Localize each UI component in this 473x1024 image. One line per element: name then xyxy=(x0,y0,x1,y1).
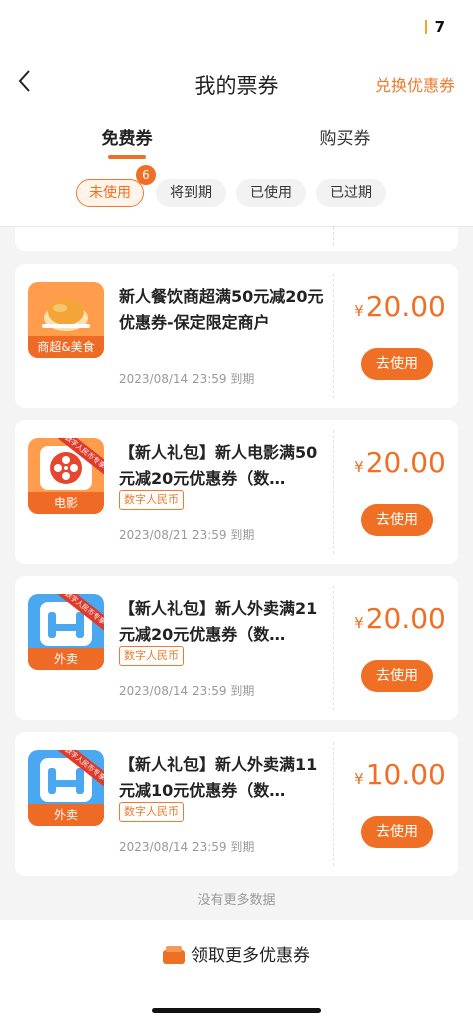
coupon-tag: 数字人民币 xyxy=(119,490,184,510)
get-more-coupons-button[interactable]: 领取更多优惠券 xyxy=(0,941,473,966)
currency-symbol: ¥ xyxy=(354,458,364,476)
status-bar-mark xyxy=(425,20,427,34)
coupon-category-icon: 数字人民币专享 外卖 xyxy=(28,750,104,826)
card-dashed-divider xyxy=(333,742,334,866)
roast-chicken-icon xyxy=(42,299,90,331)
coupon-amount: ¥20.00 xyxy=(345,290,455,323)
coupon-tag: 数字人民币 xyxy=(119,802,184,822)
home-indicator xyxy=(152,1008,321,1013)
amount-value: 20.00 xyxy=(365,290,446,323)
coupon-amount: ¥20.00 xyxy=(345,602,455,635)
coupon-expiry: 2023/08/21 23:59 到期 xyxy=(119,528,255,542)
status-time: 7 xyxy=(434,18,445,36)
coupon-category-icon: 数字人民币专享 电影 xyxy=(28,438,104,514)
card-dashed-divider xyxy=(333,586,334,710)
no-more-data-text: 没有更多数据 xyxy=(197,893,276,908)
coupon-title: 【新人礼包】新人电影满50元减20元优惠券（数… xyxy=(119,443,318,488)
coupon-title: 新人餐饮商超满50元减20元优惠券-保定限定商户 xyxy=(119,287,324,332)
use-coupon-button[interactable]: 去使用 xyxy=(361,504,433,536)
use-coupon-button[interactable]: 去使用 xyxy=(361,348,433,380)
coupon-expiry: 2023/08/14 23:59 到期 xyxy=(119,684,255,698)
card-dashed-divider xyxy=(333,430,334,554)
coupon-card[interactable]: 数字人民币专享 外卖 【新人礼包】新人外卖满11元减10元优惠券（数… 数字人民… xyxy=(15,732,458,876)
coupon-title: 【新人礼包】新人外卖满21元减20元优惠券（数… xyxy=(119,599,318,644)
coupon-amount: ¥10.00 xyxy=(345,758,455,791)
filter-unused[interactable]: 未使用 xyxy=(76,179,144,207)
card-dashed-divider xyxy=(333,227,334,245)
currency-symbol: ¥ xyxy=(354,302,364,320)
filter-expired[interactable]: 已过期 xyxy=(316,179,386,207)
currency-symbol: ¥ xyxy=(354,770,364,788)
filter-used[interactable]: 已使用 xyxy=(236,179,306,207)
coupon-tag: 数字人民币 xyxy=(119,646,184,666)
tab-active-indicator xyxy=(108,155,146,159)
partial-coupon-card xyxy=(15,227,458,251)
coupon-category-label: 外卖 xyxy=(28,648,104,670)
currency-symbol: ¥ xyxy=(354,614,364,632)
coupon-category-label: 商超&美食 xyxy=(28,336,104,358)
coupon-title: 【新人礼包】新人外卖满11元减10元优惠券（数… xyxy=(119,755,318,800)
coupon-card[interactable]: 数字人民币专享 电影 【新人礼包】新人电影满50元减20元优惠券（数… 数字人民… xyxy=(15,420,458,564)
use-coupon-button[interactable]: 去使用 xyxy=(361,816,433,848)
tab-free-coupons[interactable]: 免费券 xyxy=(67,124,187,149)
coupon-category-icon: 商超&美食 xyxy=(28,282,104,358)
coupon-category-label: 外卖 xyxy=(28,804,104,826)
tab-purchased-coupons[interactable]: 购买券 xyxy=(285,124,405,149)
amount-value: 20.00 xyxy=(365,602,446,635)
amount-value: 20.00 xyxy=(365,446,446,479)
coupon-category-icon: 数字人民币专享 外卖 xyxy=(28,594,104,670)
filter-expiring[interactable]: 将到期 xyxy=(156,179,226,207)
amount-value: 10.00 xyxy=(365,758,446,791)
use-coupon-button[interactable]: 去使用 xyxy=(361,660,433,692)
unused-count-badge: 6 xyxy=(136,165,156,185)
coupon-expiry: 2023/08/14 23:59 到期 xyxy=(119,372,255,386)
coupon-amount: ¥20.00 xyxy=(345,446,455,479)
coupon-card[interactable]: 数字人民币专享 外卖 【新人礼包】新人外卖满21元减20元优惠券（数… 数字人民… xyxy=(15,576,458,720)
get-more-coupons-label: 领取更多优惠券 xyxy=(191,946,310,966)
card-dashed-divider xyxy=(333,274,334,398)
ticket-icon xyxy=(163,946,185,964)
coupon-card[interactable]: 商超&美食 新人餐饮商超满50元减20元优惠券-保定限定商户 2023/08/1… xyxy=(15,264,458,408)
exchange-coupon-link[interactable]: 兑换优惠券 xyxy=(375,72,455,96)
coupon-expiry: 2023/08/14 23:59 到期 xyxy=(119,840,255,854)
coupon-category-label: 电影 xyxy=(28,492,104,514)
